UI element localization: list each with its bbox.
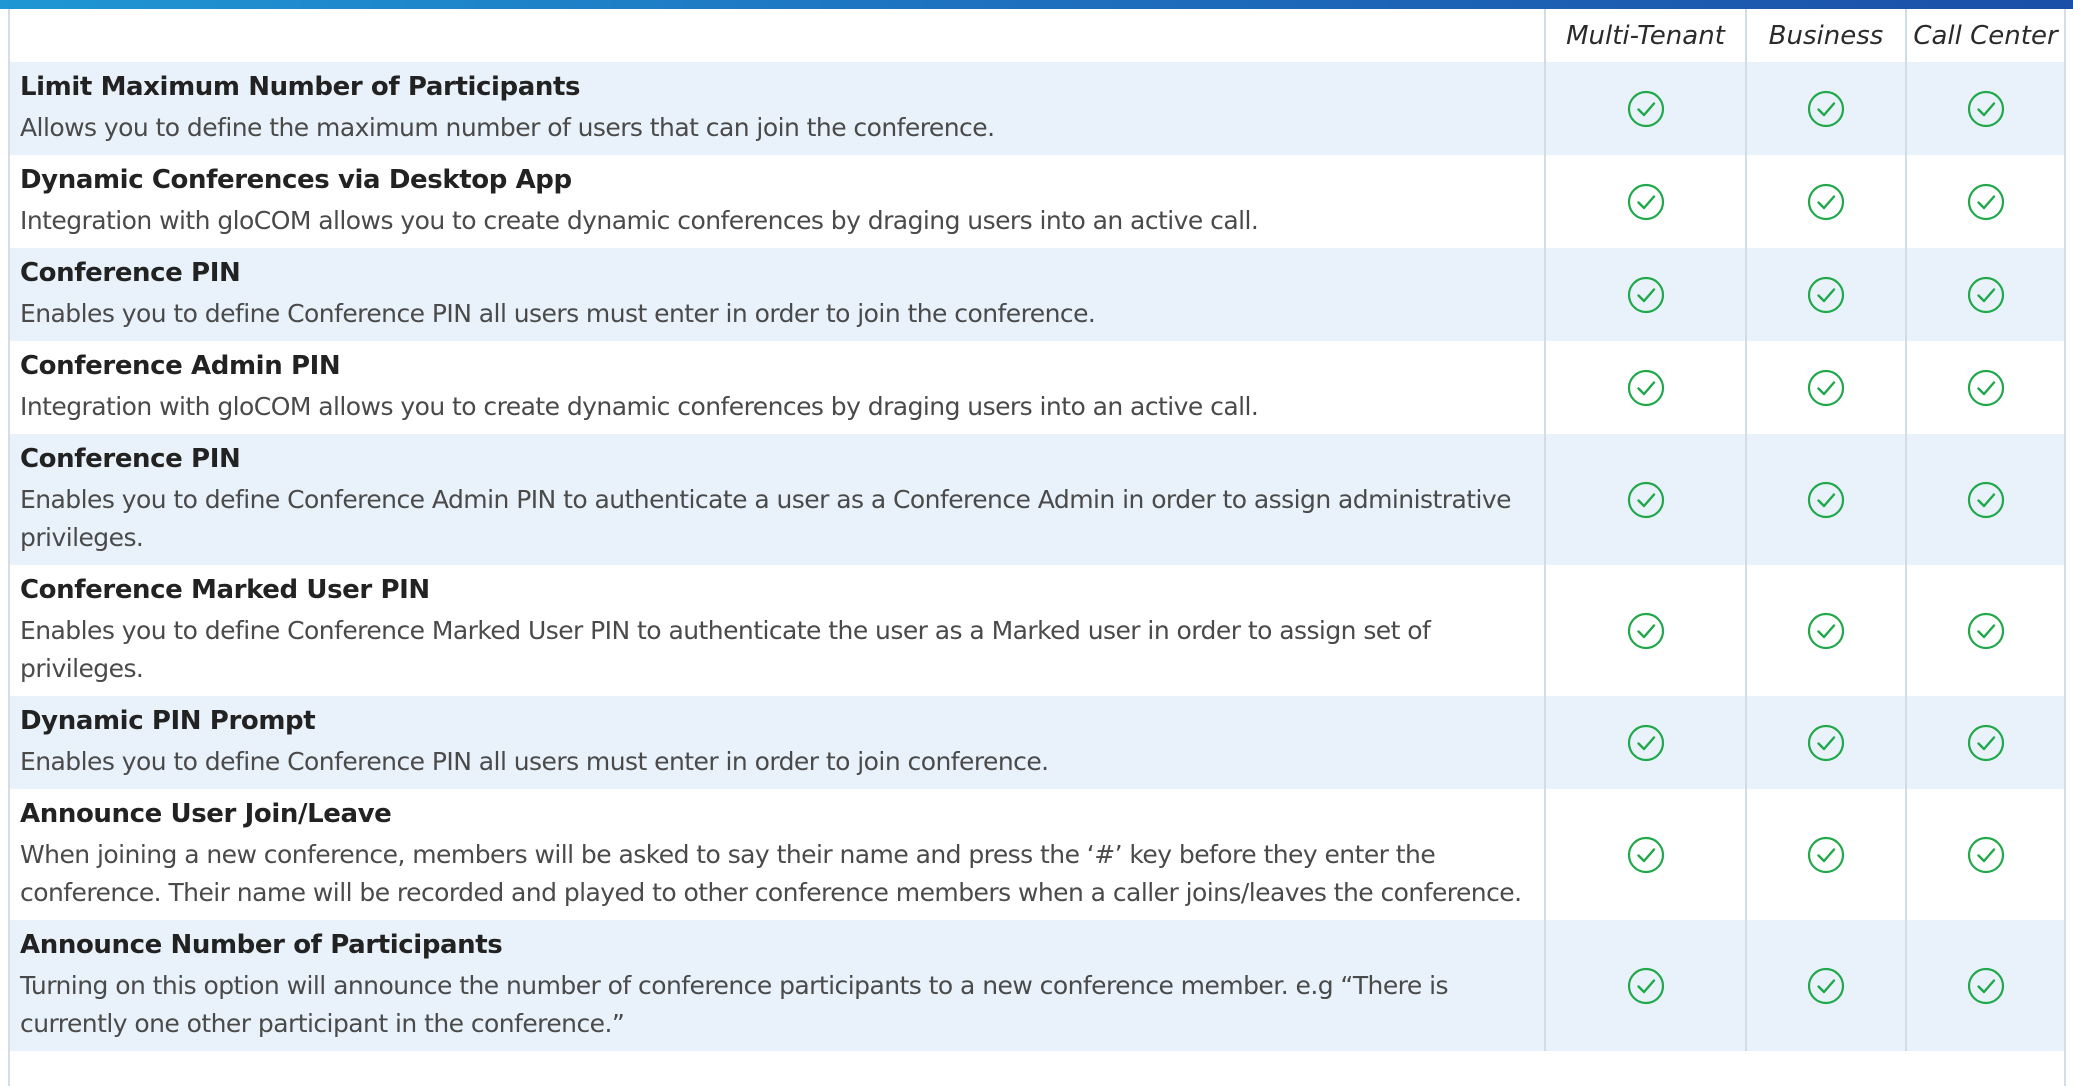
feature-rows: Limit Maximum Number of Participants Allo… [10,62,2064,1051]
feature-cell: Conference Marked User PIN Enables you to… [10,565,1545,696]
availability-multi-tenant [1544,248,1746,341]
circle-check-icon [1806,89,1846,129]
availability-business [1745,62,1906,155]
circle-check-icon [1966,835,2006,875]
circle-check-icon [1626,723,1666,763]
table-row: Announce User Join/Leave When joining a n… [10,789,2064,920]
feature-description: When joining a new conference, members w… [20,840,1522,907]
table-row: Conference Marked User PIN Enables you to… [10,565,2064,696]
table-row: Conference Admin PIN Integration with glo… [10,341,2064,434]
circle-check-icon [1966,966,2006,1006]
feature-cell: Conference PIN Enables you to define Conf… [10,248,1545,341]
feature-cell: Announce User Join/Leave When joining a n… [10,789,1545,920]
feature-cell: Dynamic PIN Prompt Enables you to define … [10,696,1545,789]
availability-call-center [1905,248,2064,341]
feature-cell: Limit Maximum Number of Participants Allo… [10,62,1545,155]
feature-description: Integration with gloCOM allows you to cr… [20,206,1259,235]
circle-check-icon [1806,611,1846,651]
availability-multi-tenant [1544,62,1746,155]
circle-check-icon [1806,368,1846,408]
feature-title: Conference Marked User PIN [20,575,430,605]
availability-business [1745,565,1906,696]
availability-business [1745,434,1906,565]
feature-title: Dynamic Conferences via Desktop App [20,165,572,195]
availability-business [1745,341,1906,434]
availability-call-center [1905,434,2064,565]
circle-check-icon [1626,182,1666,222]
feature-comparison-table: Multi-Tenant Business Call Center Limit … [10,9,2064,1051]
circle-check-icon [1626,966,1666,1006]
feature-cell: Conference Admin PIN Integration with glo… [10,341,1545,434]
column-header-business: Business [1745,9,1906,62]
availability-multi-tenant [1544,789,1746,920]
table-row: Limit Maximum Number of Participants Allo… [10,62,2064,155]
circle-check-icon [1966,275,2006,315]
feature-title: Announce Number of Participants [20,930,503,960]
availability-call-center [1905,565,2064,696]
feature-description: Enables you to define Conference Marked … [20,616,1431,683]
circle-check-icon [1806,723,1846,763]
availability-business [1745,789,1906,920]
availability-multi-tenant [1544,341,1746,434]
availability-call-center [1905,789,2064,920]
circle-check-icon [1806,182,1846,222]
feature-column-header [10,9,1545,62]
circle-check-icon [1966,182,2006,222]
column-header-multi-tenant: Multi-Tenant [1544,9,1746,62]
feature-description: Enables you to define Conference PIN all… [20,299,1096,328]
availability-call-center [1905,696,2064,789]
circle-check-icon [1966,611,2006,651]
availability-multi-tenant [1544,565,1746,696]
circle-check-icon [1806,480,1846,520]
circle-check-icon [1806,966,1846,1006]
circle-check-icon [1626,611,1666,651]
feature-description: Turning on this option will announce the… [20,971,1449,1038]
circle-check-icon [1626,89,1666,129]
table-row: Dynamic PIN Prompt Enables you to define … [10,696,2064,789]
feature-title: Conference PIN [20,444,241,474]
table-row: Conference PIN Enables you to define Conf… [10,248,2064,341]
circle-check-icon [1626,480,1666,520]
circle-check-icon [1966,480,2006,520]
feature-title: Conference Admin PIN [20,351,341,381]
feature-description: Enables you to define Conference PIN all… [20,747,1049,776]
circle-check-icon [1626,368,1666,408]
feature-title: Announce User Join/Leave [20,799,392,829]
availability-multi-tenant [1544,434,1746,565]
availability-call-center [1905,62,2064,155]
availability-multi-tenant [1544,155,1746,248]
table-row: Announce Number of Participants Turning o… [10,920,2064,1051]
table-right-border [2064,9,2066,1086]
circle-check-icon [1966,723,2006,763]
feature-cell: Conference PIN Enables you to define Conf… [10,434,1545,565]
availability-multi-tenant [1544,696,1746,789]
header-accent-bar [0,0,2073,9]
feature-cell: Announce Number of Participants Turning o… [10,920,1545,1051]
availability-business [1745,920,1906,1051]
table-row: Dynamic Conferences via Desktop App Integ… [10,155,2064,248]
circle-check-icon [1966,89,2006,129]
circle-check-icon [1966,368,2006,408]
table-header-row: Multi-Tenant Business Call Center [10,9,2064,62]
availability-business [1745,696,1906,789]
availability-business [1745,155,1906,248]
feature-title: Dynamic PIN Prompt [20,706,316,736]
feature-cell: Dynamic Conferences via Desktop App Integ… [10,155,1545,248]
feature-title: Limit Maximum Number of Participants [20,72,581,102]
feature-description: Enables you to define Conference Admin P… [20,485,1512,552]
availability-call-center [1905,155,2064,248]
circle-check-icon [1806,835,1846,875]
feature-title: Conference PIN [20,258,241,288]
availability-multi-tenant [1544,920,1746,1051]
availability-call-center [1905,341,2064,434]
feature-description: Integration with gloCOM allows you to cr… [20,392,1259,421]
feature-description: Allows you to define the maximum number … [20,113,995,142]
column-header-call-center: Call Center [1905,9,2064,62]
availability-call-center [1905,920,2064,1051]
circle-check-icon [1806,275,1846,315]
availability-business [1745,248,1906,341]
circle-check-icon [1626,835,1666,875]
circle-check-icon [1626,275,1666,315]
table-row: Conference PIN Enables you to define Conf… [10,434,2064,565]
